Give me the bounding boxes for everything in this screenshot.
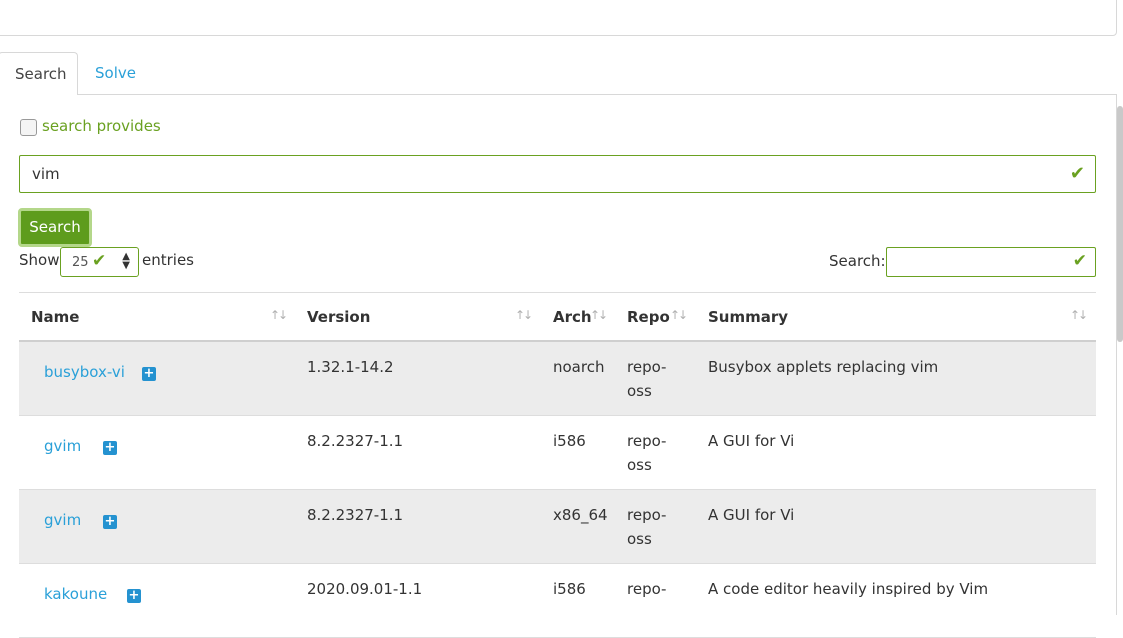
table-row: busybox-vi + 1.32.1-14.2 noarch repo-oss…: [19, 342, 1096, 416]
arch-cell: i586: [553, 580, 586, 598]
search-button[interactable]: Search: [18, 208, 92, 247]
tab-solve[interactable]: Solve: [79, 52, 152, 95]
column-name-header[interactable]: Name: [31, 308, 79, 326]
summary-cell: Busybox applets replacing vim: [708, 358, 939, 376]
repo-line: repo-: [627, 432, 667, 450]
arch-cell: noarch: [553, 358, 605, 376]
check-icon: ✔: [1069, 163, 1085, 184]
show-label: Show: [19, 251, 60, 269]
sort-arrows-icon[interactable]: ↑↓: [515, 308, 533, 322]
package-name-link[interactable]: busybox-vi: [44, 363, 125, 381]
plus-square-icon[interactable]: +: [103, 515, 117, 529]
repo-cell: repo-oss: [627, 503, 666, 551]
repo-line: oss: [627, 530, 652, 548]
search-provides-checkbox[interactable]: [20, 119, 37, 136]
table-row: gvim + 8.2.2327-1.1 i586 repo-oss A GUI …: [19, 416, 1096, 490]
repo-line: oss: [627, 456, 652, 474]
repo-cell: repo-oss: [627, 429, 666, 477]
repo-line: repo-: [627, 506, 667, 524]
sort-arrows-icon[interactable]: ↑↓: [1070, 308, 1088, 322]
plus-square-icon[interactable]: +: [103, 441, 117, 455]
check-icon: ✔: [1072, 251, 1087, 271]
sort-arrows-icon[interactable]: ↑↓: [590, 308, 608, 322]
query-value: vim: [32, 165, 60, 183]
summary-cell: A GUI for Vi: [708, 506, 795, 524]
column-repo-header[interactable]: Repo: [627, 308, 670, 326]
top-panel: [0, 0, 1117, 36]
package-name-link[interactable]: gvim: [44, 437, 81, 455]
entries-select[interactable]: 25 ✔ ▲ ▼: [60, 247, 139, 277]
check-icon: ✔: [92, 251, 107, 271]
arch-cell: i586: [553, 432, 586, 450]
column-arch-header[interactable]: Arch: [553, 308, 592, 326]
summary-cell: A code editor heavily inspired by Vim: [708, 580, 989, 598]
filter-label: Search:: [829, 252, 886, 270]
tab-search[interactable]: Search: [0, 52, 78, 96]
table-row: gvim + 8.2.2327-1.1 x86_64 repo-oss A GU…: [19, 490, 1096, 564]
tab-bar: Search Solve: [0, 52, 1117, 96]
repo-line: repo-: [627, 358, 667, 376]
column-version-header[interactable]: Version: [307, 308, 370, 326]
table-row: kakoune + 2020.09.01-1.1 i586 repo- A co…: [19, 564, 1096, 638]
entries-label: entries: [142, 251, 194, 269]
version-cell: 8.2.2327-1.1: [307, 506, 404, 524]
repo-cell: repo-: [627, 580, 667, 598]
repo-line: oss: [627, 382, 652, 400]
plus-square-icon[interactable]: +: [127, 589, 141, 603]
version-cell: 2020.09.01-1.1: [307, 580, 423, 598]
sort-arrows-icon[interactable]: ↑↓: [670, 308, 688, 322]
column-summary-header[interactable]: Summary: [708, 308, 788, 326]
arch-cell: x86_64: [553, 506, 608, 524]
filter-input[interactable]: ✔: [886, 247, 1096, 277]
version-cell: 1.32.1-14.2: [307, 358, 394, 376]
scrollbar[interactable]: [1117, 106, 1123, 342]
package-name-link[interactable]: kakoune: [44, 585, 107, 603]
updown-arrows-icon: ▲ ▼: [122, 251, 130, 271]
repo-cell: repo-oss: [627, 355, 666, 403]
table-header: Name ↑↓ Version ↑↓ Arch ↑↓ Repo ↑↓ Summa…: [19, 292, 1096, 342]
sort-arrows-icon[interactable]: ↑↓: [270, 308, 288, 322]
plus-square-icon[interactable]: +: [142, 367, 156, 381]
query-input[interactable]: vim ✔: [19, 155, 1096, 193]
summary-cell: A GUI for Vi: [708, 432, 795, 450]
entries-value: 25: [72, 255, 89, 270]
search-provides-label[interactable]: search provides: [42, 117, 161, 135]
version-cell: 8.2.2327-1.1: [307, 432, 404, 450]
package-name-link[interactable]: gvim: [44, 511, 81, 529]
